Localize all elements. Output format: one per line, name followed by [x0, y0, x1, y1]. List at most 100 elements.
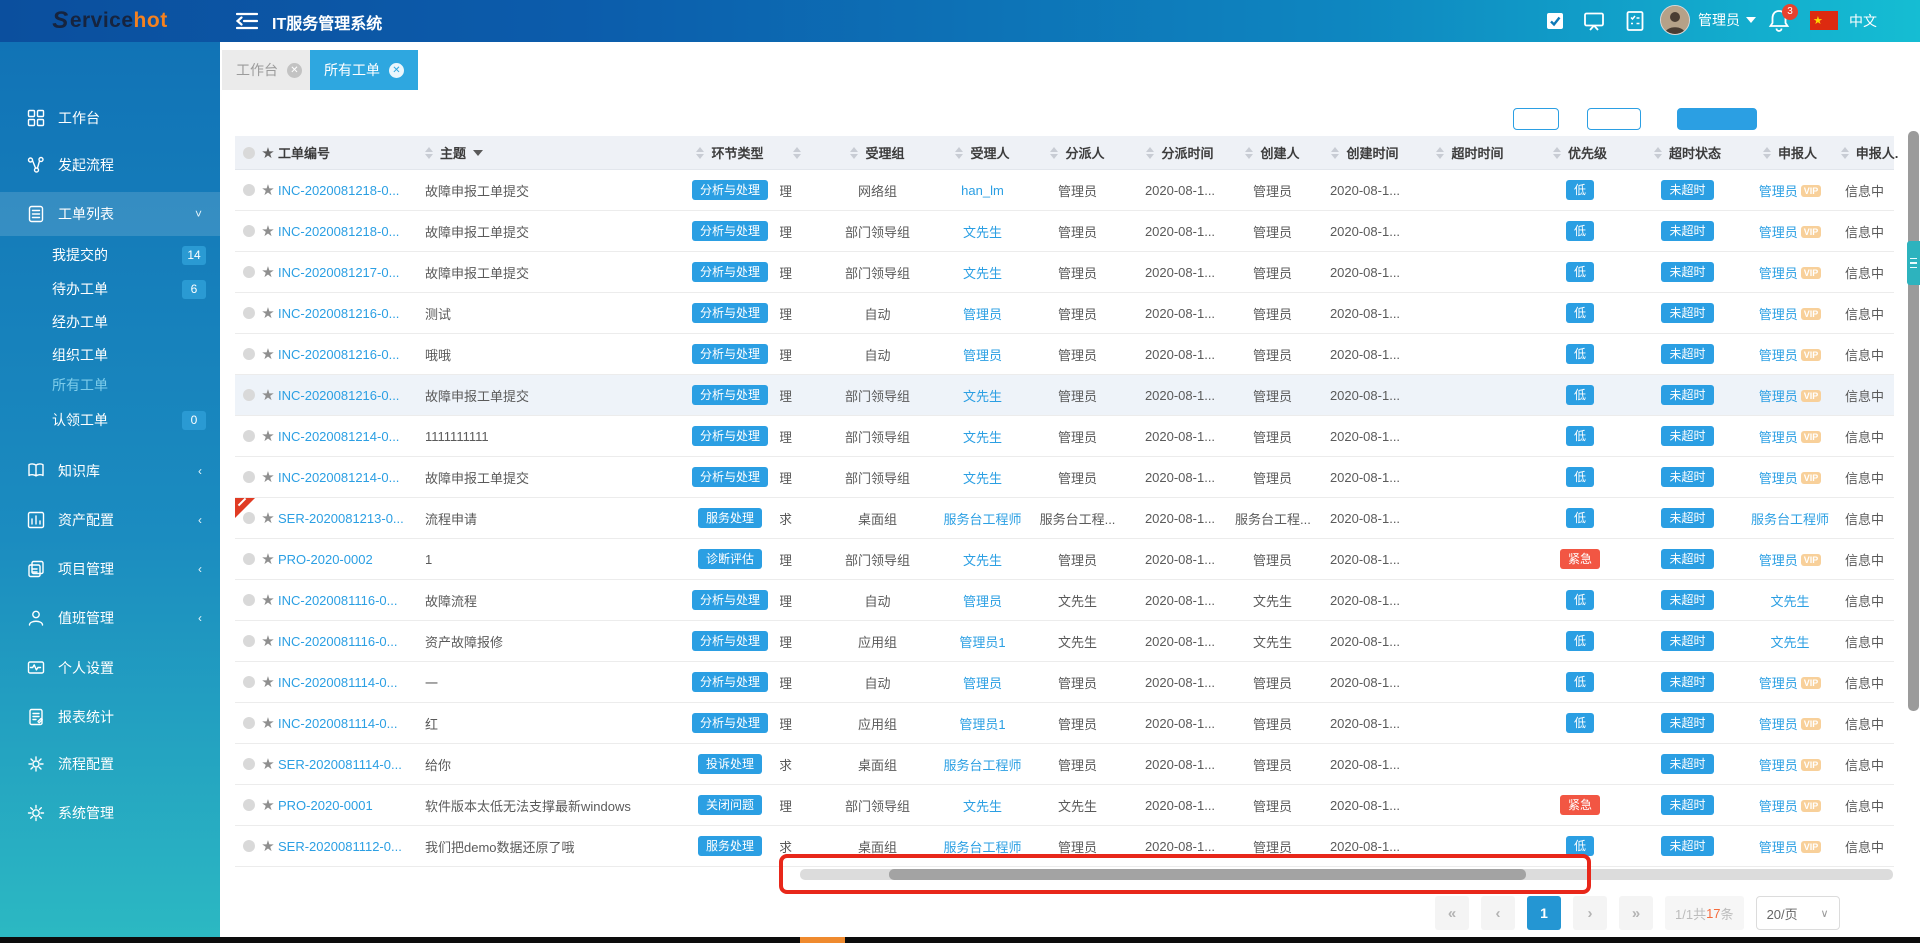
close-icon[interactable]: ✕	[389, 62, 404, 78]
col-header[interactable]: 受理人	[935, 143, 1030, 162]
star-icon[interactable]: ★	[258, 144, 278, 162]
sort-icon[interactable]	[1146, 146, 1155, 159]
sidebar-item-knowledge-base[interactable]: 知识库 ‹	[0, 454, 220, 488]
table-row[interactable]: ★SER-2020081213-0...流程申请服务处理请求桌面组服务台工程师服…	[235, 498, 1894, 539]
table-row[interactable]: ★INC-2020081218-0...故障申报工单提交 分析与处理处理 部门领导组…	[235, 211, 1894, 252]
sidebar-item-duty-mgmt[interactable]: 值班管理 ‹	[0, 601, 220, 635]
table-row[interactable]: ★INC-2020081214-0...1111111111 分析与处理处理 部门领…	[235, 416, 1894, 457]
sidebar-item-project-mgmt[interactable]: 项目管理 ‹	[0, 552, 220, 586]
star-icon[interactable]: ★	[258, 755, 278, 773]
col-header[interactable]: 申报人.	[1840, 143, 1898, 162]
col-header[interactable]: 优先级	[1520, 143, 1640, 162]
user-menu[interactable]: 管理员	[1660, 5, 1756, 35]
vertical-scrollbar[interactable]	[1908, 131, 1919, 711]
sort-icon[interactable]	[1762, 146, 1771, 159]
handler-link[interactable]: 文先生	[935, 222, 1030, 241]
horizontal-scrollbar-track[interactable]	[800, 869, 1893, 880]
star-icon[interactable]: ★	[258, 837, 278, 855]
sidebar-subitem-my-submitted[interactable]: 我提交的 14	[0, 241, 220, 269]
sort-icon[interactable]	[1653, 146, 1662, 159]
select-dot[interactable]	[243, 553, 255, 565]
handler-link[interactable]: 文先生	[935, 263, 1030, 282]
reporter-link[interactable]: 管理员	[1759, 389, 1798, 404]
select-dot[interactable]	[243, 307, 255, 319]
select-dot[interactable]	[243, 266, 255, 278]
table-row[interactable]: ★INC-2020081217-0...故障申报工单提交 分析与处理处理 部门领导组…	[235, 252, 1894, 293]
sort-icon[interactable]	[1331, 146, 1340, 159]
sidebar-item-system-mgmt[interactable]: 系统管理	[0, 796, 220, 830]
select-dot[interactable]	[243, 840, 255, 852]
handler-link[interactable]: 管理员	[935, 673, 1030, 692]
reporter-link[interactable]: 文先生	[1770, 635, 1809, 650]
language-switch[interactable]: 中文	[1849, 11, 1877, 31]
sidebar-item-process-config[interactable]: 流程配置	[0, 747, 220, 781]
sort-icon[interactable]	[955, 146, 964, 159]
tab-all-orders[interactable]: 所有工单 ✕	[310, 50, 418, 90]
handler-link[interactable]: 文先生	[935, 796, 1030, 815]
clipped-toolbar-button[interactable]	[1587, 108, 1641, 130]
col-header[interactable]: 主题	[425, 143, 680, 162]
star-icon[interactable]: ★	[258, 509, 278, 527]
handler-link[interactable]: 文先生	[935, 427, 1030, 446]
table-row[interactable]: ★INC-2020081218-0...故障申报工单提交 分析与处理处理 网络组 ha…	[235, 170, 1894, 211]
reporter-link[interactable]: 管理员	[1759, 471, 1798, 486]
sidebar-item-order-list[interactable]: 工单列表 ˅	[0, 192, 220, 236]
sidebar-item-workbench[interactable]: 工作台	[0, 101, 220, 135]
order-id-link[interactable]: PRO-2020-0002	[278, 552, 425, 567]
sort-icon[interactable]	[696, 146, 705, 159]
sidebar-item-start-process[interactable]: 发起流程	[0, 148, 220, 182]
sidebar-item-asset-config[interactable]: 资产配置 ‹	[0, 503, 220, 537]
order-id-link[interactable]: INC-2020081116-0...	[278, 593, 425, 608]
sidebar-subitem-handled-orders[interactable]: 经办工单	[0, 308, 220, 336]
col-header[interactable]: 分派时间	[1125, 143, 1235, 162]
table-row[interactable]: ★SER-2020081112-0...我们把demo数据还原了哦 服务处理 请求 桌…	[235, 826, 1894, 867]
handler-link[interactable]: 服务台工程师	[935, 837, 1030, 856]
sidebar-subitem-org-orders[interactable]: 组织工单	[0, 341, 220, 369]
monitor-icon[interactable]	[1582, 9, 1606, 33]
table-row[interactable]: ★INC-2020081116-0...资产故障报修 分析与处理处理 应用组 管理员1…	[235, 621, 1894, 662]
table-row[interactable]: ★SER-2020081114-0...给你 投诉处理 请求 桌面组 服务台工程师 管理员…	[235, 744, 1894, 785]
handler-link[interactable]: 管理员	[935, 304, 1030, 323]
select-dot[interactable]	[243, 799, 255, 811]
clipboard-icon[interactable]	[1623, 9, 1647, 33]
sort-icon[interactable]	[1552, 146, 1561, 159]
handler-link[interactable]: 文先生	[935, 468, 1030, 487]
col-header[interactable]: 环节类型	[680, 143, 780, 162]
handler-link[interactable]: han_lm	[935, 183, 1030, 198]
reporter-link[interactable]: 管理员	[1759, 553, 1798, 568]
select-dot[interactable]	[243, 635, 255, 647]
star-icon[interactable]: ★	[258, 304, 278, 322]
select-dot[interactable]	[243, 676, 255, 688]
sidebar-item-report-stats[interactable]: 报表统计	[0, 700, 220, 734]
first-page-button[interactable]: «	[1435, 896, 1469, 930]
side-panel-handle[interactable]	[1907, 241, 1920, 285]
star-icon[interactable]: ★	[258, 714, 278, 732]
col-header-id[interactable]: 工单编号	[278, 143, 425, 162]
handler-link[interactable]: 服务台工程师	[935, 509, 1030, 528]
select-dot[interactable]	[243, 184, 255, 196]
order-id-link[interactable]: INC-2020081216-0...	[278, 388, 425, 403]
table-row[interactable]: ★INC-2020081116-0...故障流程 分析与处理处理 自动 管理员 文先生 2…	[235, 580, 1894, 621]
star-icon[interactable]: ★	[258, 673, 278, 691]
prev-page-button[interactable]: ‹	[1481, 896, 1515, 930]
order-id-link[interactable]: INC-2020081114-0...	[278, 716, 425, 731]
star-icon[interactable]: ★	[258, 181, 278, 199]
last-page-button[interactable]: »	[1619, 896, 1653, 930]
star-icon[interactable]: ★	[258, 427, 278, 445]
order-id-link[interactable]: INC-2020081114-0...	[278, 675, 425, 690]
sort-icon[interactable]	[1436, 146, 1445, 159]
table-row[interactable]: ★INC-2020081216-0...测试 分析与处理处理 自动 管理员 管理员 202…	[235, 293, 1894, 334]
reporter-link[interactable]: 管理员	[1759, 840, 1798, 855]
handler-link[interactable]: 管理员1	[935, 714, 1030, 733]
select-dot[interactable]	[243, 348, 255, 360]
table-row[interactable]: ★INC-2020081216-0...哦哦 分析与处理处理 自动 管理员 管理员 202…	[235, 334, 1894, 375]
select-dot[interactable]	[243, 594, 255, 606]
reporter-link[interactable]: 管理员	[1759, 348, 1798, 363]
close-icon[interactable]: ✕	[287, 62, 302, 78]
star-icon[interactable]: ★	[258, 796, 278, 814]
reporter-link[interactable]: 文先生	[1770, 594, 1809, 609]
handler-link[interactable]: 管理员	[935, 591, 1030, 610]
current-page-button[interactable]: 1	[1527, 896, 1561, 930]
table-row[interactable]: ★PRO-2020-0001软件版本太低无法支撑最新windows 关闭问题 处理 部…	[235, 785, 1894, 826]
col-header[interactable]: 超时时间	[1420, 143, 1520, 162]
